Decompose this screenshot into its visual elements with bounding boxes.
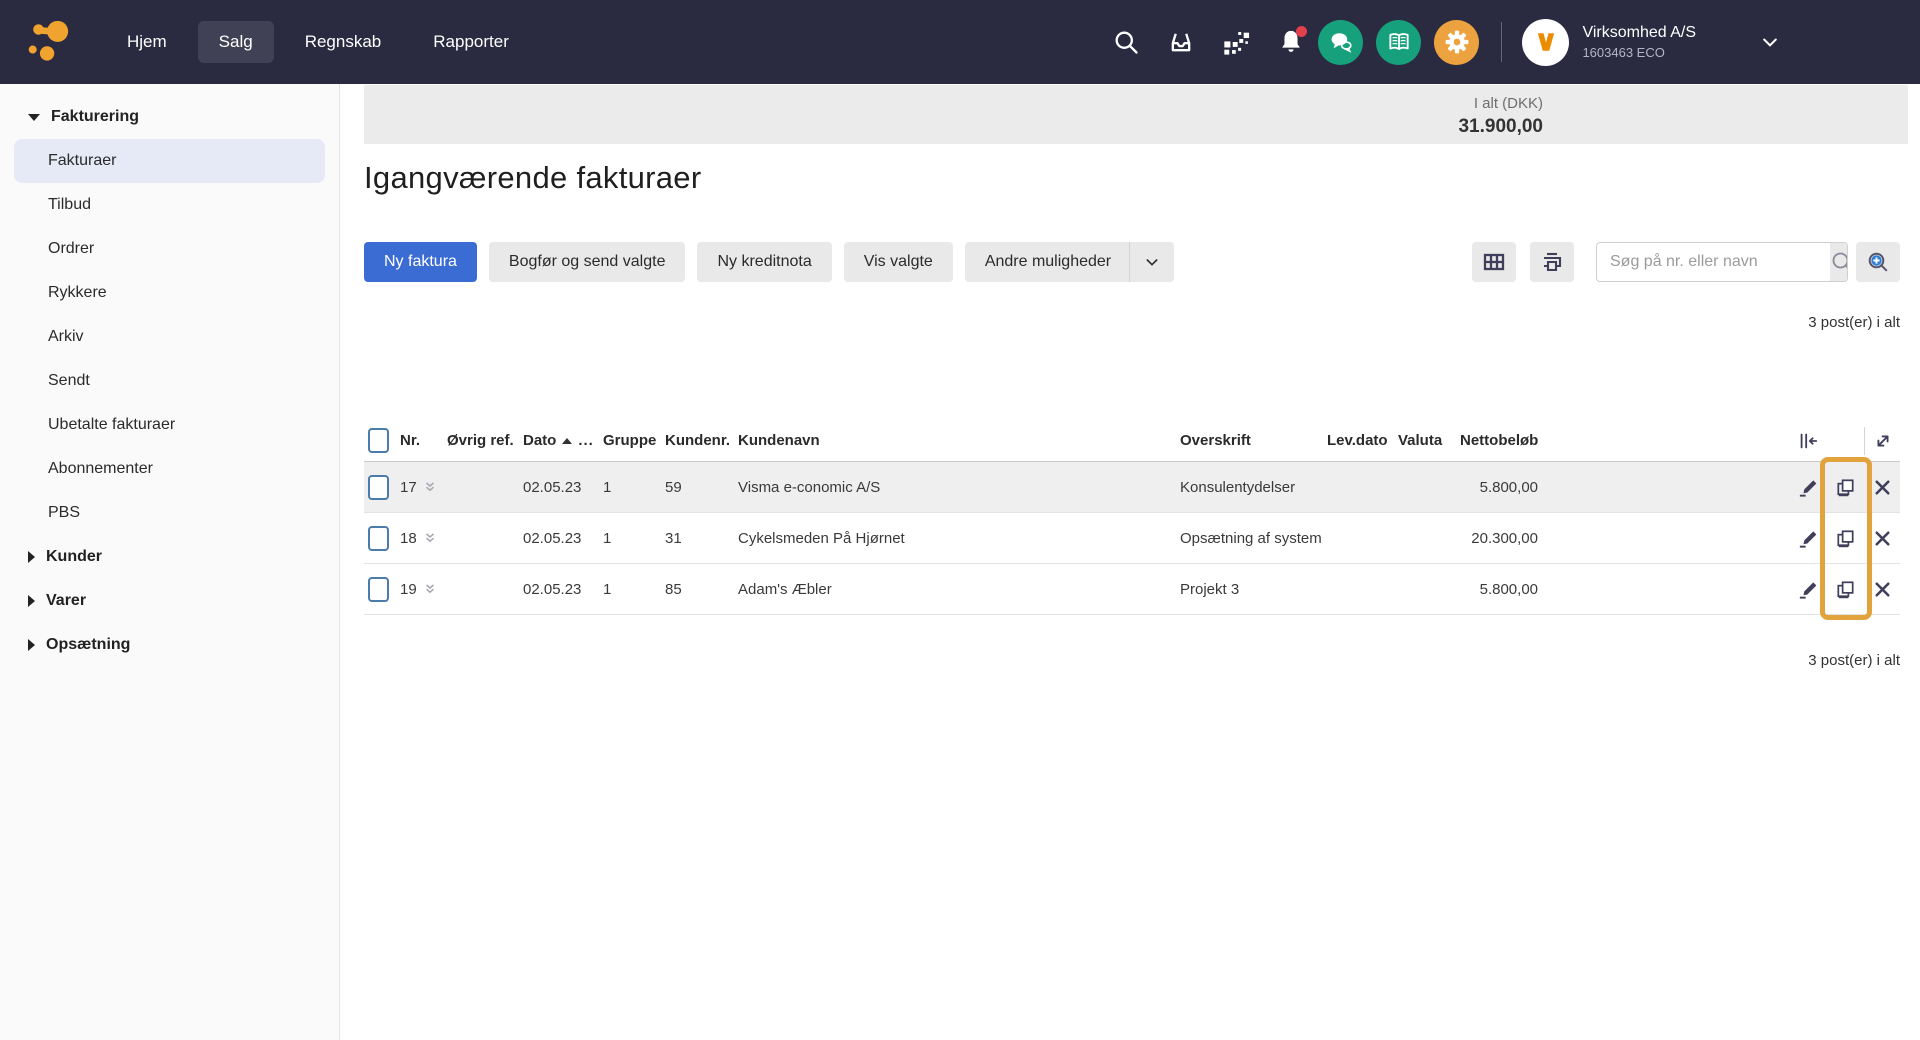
- sidebar-section-varer[interactable]: Varer: [0, 579, 339, 623]
- select-all-checkbox[interactable]: [368, 428, 389, 453]
- col-kundenr[interactable]: Kundenr.: [665, 432, 738, 449]
- sidebar: Fakturering Fakturaer Tilbud Ordrer Rykk…: [0, 84, 340, 1040]
- search-submit-icon[interactable]: [1830, 243, 1848, 281]
- edit-icon[interactable]: [1790, 527, 1826, 550]
- sidebar-item-abonnementer[interactable]: Abonnementer: [14, 447, 325, 491]
- totals-bar: I alt (DKK) 31.900,00: [364, 85, 1908, 144]
- settings-gear-icon[interactable]: [1434, 20, 1479, 65]
- copy-icon[interactable]: [1826, 476, 1864, 499]
- row-expand-chevrons-icon[interactable]: [424, 481, 436, 493]
- search-input[interactable]: [1597, 243, 1830, 281]
- sort-asc-icon: [562, 438, 572, 444]
- top-navbar: Hjem Salg Regnskab Rapporter: [0, 0, 1920, 84]
- book-and-send-button[interactable]: Bogfør og send valgte: [489, 242, 686, 282]
- show-selected-button[interactable]: Vis valgte: [844, 242, 953, 282]
- sidebar-item-arkiv[interactable]: Arkiv: [14, 315, 325, 359]
- table-view-icon[interactable]: [1472, 242, 1516, 282]
- chevron-down-icon[interactable]: [1760, 32, 1780, 52]
- row-checkbox[interactable]: [368, 475, 389, 500]
- totals-block: I alt (DKK) 31.900,00: [1458, 95, 1543, 138]
- col-dato[interactable]: Dato ...: [523, 432, 603, 449]
- new-invoice-button[interactable]: Ny faktura: [364, 242, 477, 282]
- copy-icon[interactable]: [1826, 578, 1864, 601]
- nav-item-salg[interactable]: Salg: [198, 21, 274, 63]
- row-checkbox[interactable]: [368, 577, 389, 602]
- sidebar-item-sendt[interactable]: Sendt: [14, 359, 325, 403]
- print-icon[interactable]: [1530, 242, 1574, 282]
- company-name: Virksomhed A/S: [1582, 24, 1696, 42]
- col-lev-dato[interactable]: Lev.dato: [1327, 432, 1398, 449]
- expand-table-icon[interactable]: [1864, 427, 1900, 455]
- chat-support-icon[interactable]: [1318, 20, 1363, 65]
- nav-item-rapporter[interactable]: Rapporter: [412, 21, 530, 63]
- column-more-menu[interactable]: ...: [578, 432, 594, 449]
- totals-value: 31.900,00: [1458, 116, 1543, 138]
- triangle-right-icon: [28, 639, 35, 651]
- advanced-search-icon[interactable]: [1856, 242, 1900, 282]
- triangle-right-icon: [28, 595, 35, 607]
- sidebar-item-rykkere[interactable]: Rykkere: [14, 271, 325, 315]
- sidebar-item-fakturaer[interactable]: Fakturaer: [14, 139, 325, 183]
- new-creditnote-button[interactable]: Ny kreditnota: [697, 242, 831, 282]
- chevron-down-icon[interactable]: [1130, 254, 1174, 270]
- delete-icon[interactable]: [1864, 578, 1900, 601]
- sidebar-item-ordrer[interactable]: Ordrer: [14, 227, 325, 271]
- sidebar-item-ubetalte-fakturaer[interactable]: Ubetalte fakturaer: [14, 403, 325, 447]
- row-checkbox[interactable]: [368, 526, 389, 551]
- sidebar-section-fakturering[interactable]: Fakturering: [0, 95, 339, 139]
- triangle-right-icon: [28, 551, 35, 563]
- edit-icon[interactable]: [1790, 578, 1826, 601]
- toolbar-actions: Ny faktura Bogfør og send valgte Ny kred…: [364, 242, 1174, 282]
- company-switcher[interactable]: Virksomhed A/S 1603463 ECO: [1522, 19, 1696, 66]
- table-header-row: Nr. Øvrig ref. Dato ... Gruppe Kundenr. …: [364, 420, 1900, 462]
- company-avatar: [1522, 19, 1569, 66]
- search-box: [1596, 242, 1848, 282]
- delete-icon[interactable]: [1864, 476, 1900, 499]
- notification-dot: [1296, 26, 1307, 37]
- col-gruppe[interactable]: Gruppe: [603, 432, 665, 449]
- row-expand-chevrons-icon[interactable]: [424, 583, 436, 595]
- more-options-button[interactable]: Andre muligheder: [965, 242, 1174, 282]
- navbar-right-cluster: Virksomhed A/S 1603463 ECO: [1085, 19, 1920, 66]
- search-icon[interactable]: [1112, 28, 1140, 56]
- copy-icon[interactable]: [1826, 527, 1864, 550]
- help-book-icon[interactable]: [1376, 20, 1421, 65]
- col-nr[interactable]: Nr.: [400, 432, 447, 449]
- table-row[interactable]: 17 02.05.23 1 59 Visma e-conomic A/S Kon…: [364, 462, 1900, 513]
- nav-item-hjem[interactable]: Hjem: [106, 21, 188, 63]
- sidebar-item-pbs[interactable]: PBS: [14, 491, 325, 535]
- company-number: 1603463 ECO: [1582, 45, 1696, 60]
- sidebar-item-tilbud[interactable]: Tilbud: [14, 183, 325, 227]
- toolbar-view-controls: [1472, 242, 1900, 282]
- inbox-icon[interactable]: [1167, 28, 1195, 56]
- col-overskrift[interactable]: Overskrift: [1180, 432, 1327, 449]
- visma-economic-logo-icon[interactable]: [26, 17, 72, 67]
- nav-item-regnskab[interactable]: Regnskab: [284, 21, 403, 63]
- row-expand-chevrons-icon[interactable]: [424, 532, 436, 544]
- col-nettobelob[interactable]: Nettobeløb: [1460, 432, 1538, 449]
- sidebar-section-opsaetning[interactable]: Opsætning: [0, 623, 339, 667]
- record-count-bottom: 3 post(er) i alt: [1808, 652, 1900, 669]
- collapse-columns-icon[interactable]: [1790, 427, 1826, 455]
- apps-grid-icon[interactable]: [1222, 28, 1250, 56]
- main-content: I alt (DKK) 31.900,00 Igangværende faktu…: [341, 84, 1920, 1040]
- col-valuta[interactable]: Valuta: [1398, 432, 1460, 449]
- edit-icon[interactable]: [1790, 476, 1826, 499]
- navbar-divider: [1501, 22, 1502, 62]
- totals-label: I alt (DKK): [1458, 95, 1543, 112]
- main-menu: Hjem Salg Regnskab Rapporter: [106, 21, 530, 63]
- col-ovrig-ref[interactable]: Øvrig ref.: [447, 432, 523, 449]
- delete-icon[interactable]: [1864, 527, 1900, 550]
- triangle-down-icon: [28, 114, 40, 121]
- record-count-top: 3 post(er) i alt: [1808, 314, 1900, 331]
- table-row[interactable]: 18 02.05.23 1 31 Cykelsmeden På Hjørnet …: [364, 513, 1900, 564]
- invoices-table: Nr. Øvrig ref. Dato ... Gruppe Kundenr. …: [364, 420, 1900, 615]
- col-kundenavn[interactable]: Kundenavn: [738, 432, 1180, 449]
- sidebar-section-kunder[interactable]: Kunder: [0, 535, 339, 579]
- table-row[interactable]: 19 02.05.23 1 85 Adam's Æbler Projekt 3 …: [364, 564, 1900, 615]
- notifications-bell-icon[interactable]: [1277, 28, 1305, 56]
- page-title: Igangværende fakturaer: [364, 160, 701, 196]
